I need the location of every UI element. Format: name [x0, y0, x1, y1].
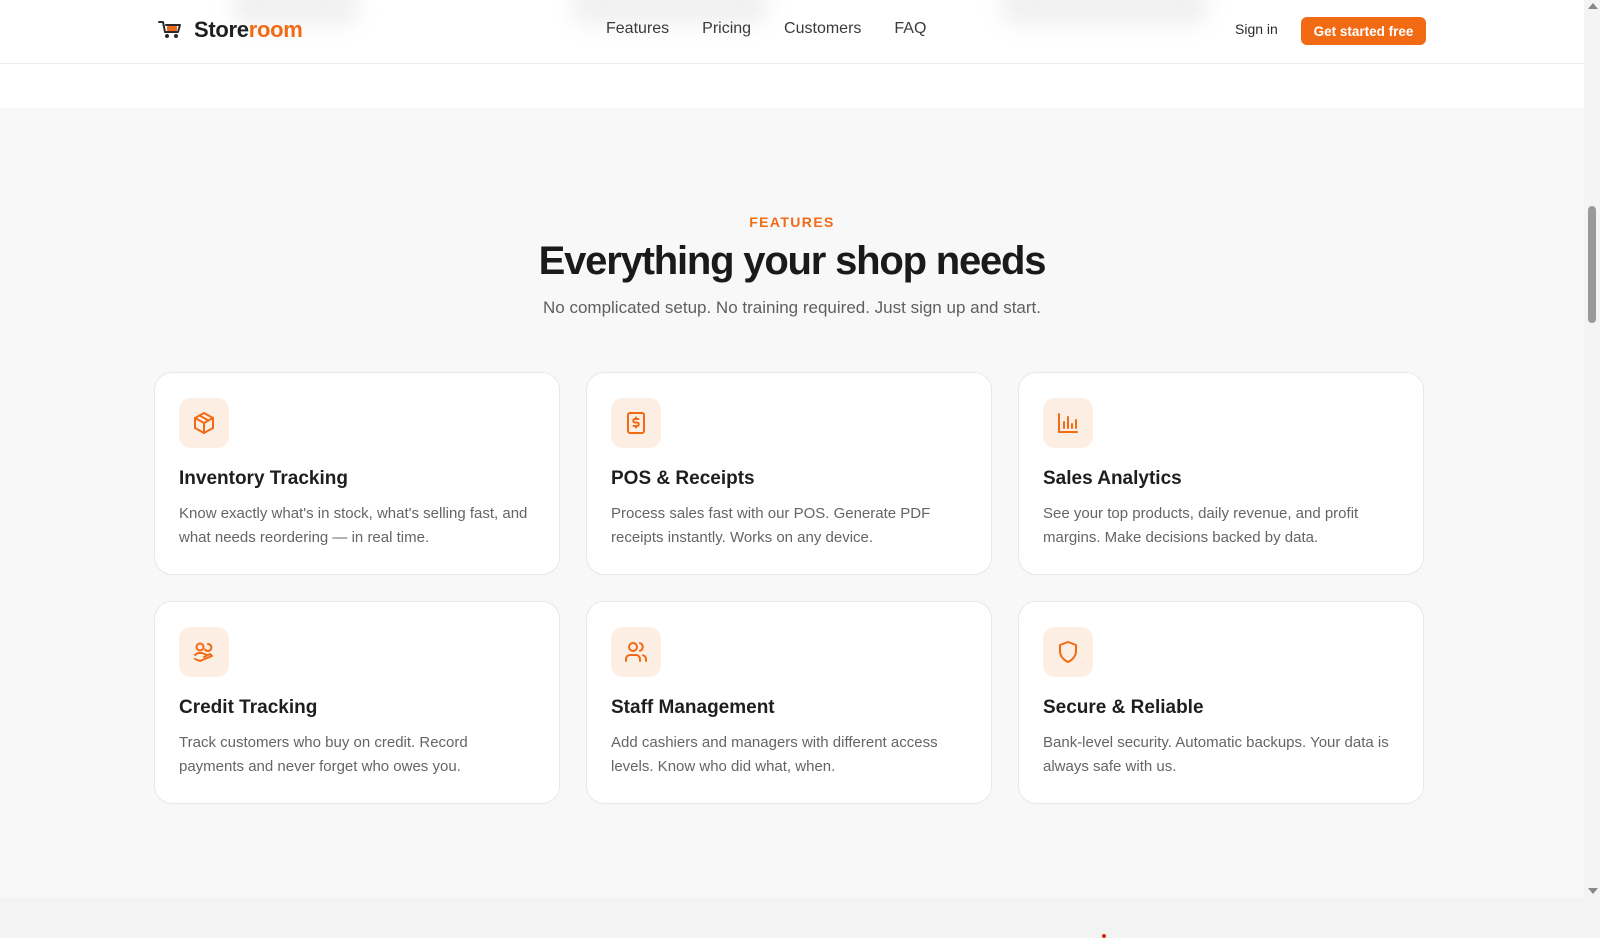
feature-icon-container [611, 398, 661, 448]
feature-title: Staff Management [611, 697, 775, 718]
box-icon [194, 412, 214, 434]
feature-description: Know exactly what's in stock, what's sel… [179, 505, 528, 546]
feature-card-credit: Credit Tracking Track customers who buy … [154, 601, 560, 804]
main-nav: Features Pricing Customers FAQ [606, 20, 926, 38]
feature-title: Sales Analytics [1043, 468, 1182, 489]
feature-icon-container [611, 627, 661, 677]
scrollbar-thumb[interactable] [1588, 206, 1596, 323]
brand-name: Storeroom [194, 17, 303, 42]
feature-card-analytics: Sales Analytics See your top products, d… [1018, 372, 1424, 575]
feature-card-inventory: Inventory Tracking Know exactly what's i… [154, 372, 560, 575]
page-scrollbar[interactable] [1584, 0, 1600, 938]
feature-description: Track customers who buy on credit. Recor… [179, 734, 468, 775]
feature-description: Bank-level security. Automatic backups. … [1043, 734, 1389, 775]
feature-icon-container [1043, 627, 1093, 677]
nav-item-faq[interactable]: FAQ [894, 20, 926, 38]
feature-title: POS & Receipts [611, 468, 755, 489]
feature-description: Process sales fast with our POS. Generat… [611, 505, 931, 546]
indicator-dot [1102, 934, 1106, 938]
feature-description: See your top products, daily revenue, an… [1043, 505, 1359, 546]
feature-title: Credit Tracking [179, 697, 318, 718]
sign-in-link[interactable]: Sign in [1235, 21, 1278, 37]
brand-logo[interactable]: Storeroom [158, 17, 303, 43]
get-started-button[interactable]: Get started free [1301, 17, 1426, 45]
nav-item-customers[interactable]: Customers [784, 20, 861, 38]
section-title: Everything your shop needs [538, 239, 1047, 283]
blurred-backdrop [1000, 0, 1210, 26]
bar-chart-icon [1058, 413, 1078, 433]
site-header: Storeroom Features Pricing Customers FAQ… [0, 0, 1584, 64]
feature-card-staff: Staff Management Add cashiers and manage… [586, 601, 992, 804]
section-eyebrow: FEATURES [749, 214, 835, 230]
feature-grid: Inventory Tracking Know exactly what's i… [154, 372, 1426, 804]
receipt-icon [627, 412, 645, 434]
feature-card-pos: POS & Receipts Process sales fast with o… [586, 372, 992, 575]
feature-icon-container [179, 627, 229, 677]
nav-item-features[interactable]: Features [606, 20, 669, 38]
next-section-edge [0, 898, 1584, 938]
feature-icon-container [1043, 398, 1093, 448]
hand-coins-icon [194, 642, 213, 662]
section-subtitle: No complicated setup. No training requir… [543, 298, 1041, 317]
nav-item-pricing[interactable]: Pricing [702, 20, 751, 38]
cart-icon [158, 21, 181, 38]
users-icon [625, 642, 647, 662]
scroll-up-arrow-icon[interactable] [1588, 3, 1598, 9]
features-section: FEATURES Everything your shop needs No c… [0, 108, 1584, 898]
feature-title: Inventory Tracking [179, 468, 348, 489]
shield-icon [1059, 641, 1077, 663]
scroll-down-arrow-icon[interactable] [1588, 888, 1598, 894]
feature-card-security: Secure & Reliable Bank-level security. A… [1018, 601, 1424, 804]
feature-description: Add cashiers and managers with different… [611, 734, 938, 775]
feature-icon-container [179, 398, 229, 448]
feature-title: Secure & Reliable [1043, 697, 1204, 718]
